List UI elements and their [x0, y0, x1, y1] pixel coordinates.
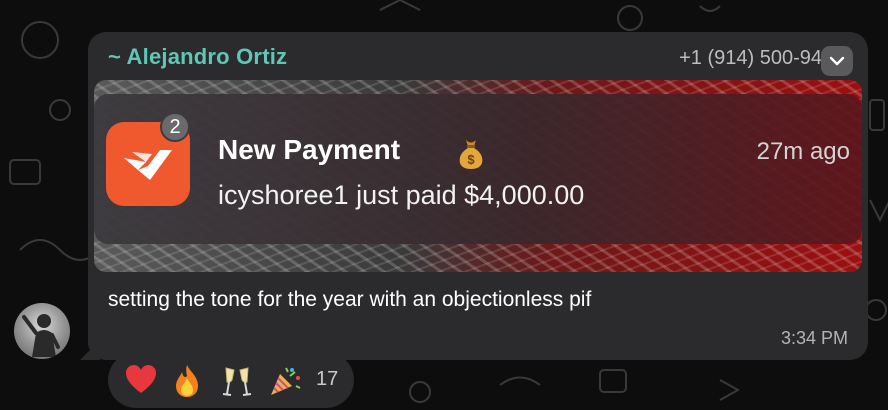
avatar[interactable] — [14, 303, 70, 359]
money-bag-icon: $ — [459, 140, 483, 169]
notification-body: icyshoree1 just paid $4,000.00 — [218, 180, 585, 210]
avatar-person-icon — [22, 314, 60, 357]
message-menu-button[interactable] — [821, 46, 853, 76]
party-popper-icon[interactable] — [268, 364, 302, 398]
champagne-glasses-icon[interactable] — [220, 364, 254, 398]
payment-app-logo-icon — [124, 150, 172, 180]
notification-count-badge: 2 — [160, 112, 190, 142]
sender-name[interactable]: ~ Alejandro Ortiz — [108, 44, 287, 70]
notification-time: 27m ago — [756, 138, 850, 165]
fire-icon[interactable] — [172, 364, 202, 398]
message-time: 3:34 PM — [780, 328, 848, 348]
sender-phone: +1 (914) 500-94 — [679, 47, 822, 69]
chevron-down-icon — [829, 56, 845, 66]
reactions-count: 17 — [316, 368, 339, 390]
media-image[interactable]: 2 New Payment $ 27m ago icyshoree1 just … — [94, 80, 862, 272]
payment-notification: 2 New Payment $ 27m ago icyshoree1 just … — [94, 94, 862, 244]
notification-title: New Payment — [218, 134, 401, 165]
heart-icon[interactable] — [124, 364, 158, 396]
message-caption: setting the tone for the year with an ob… — [108, 288, 592, 311]
svg-text:$: $ — [467, 152, 475, 167]
reactions-bar[interactable]: 17 — [108, 352, 354, 408]
